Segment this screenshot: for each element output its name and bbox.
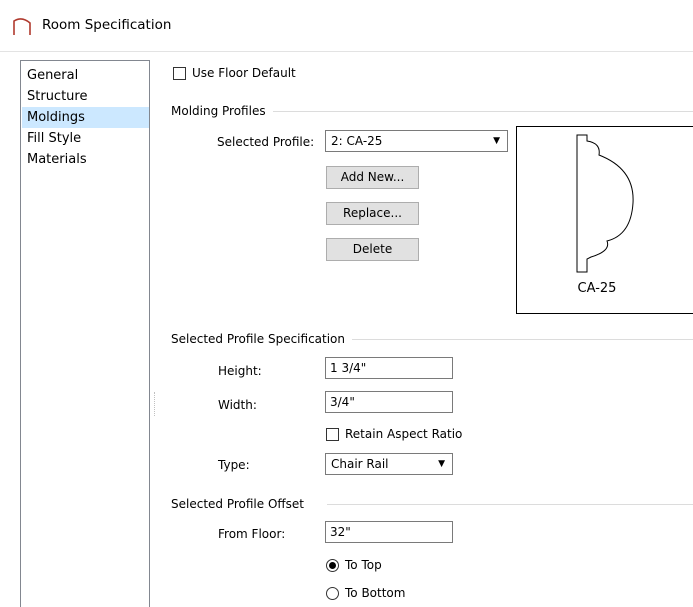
height-input[interactable]: 1 3/4" — [325, 357, 453, 379]
to-top-label: To Top — [345, 558, 382, 572]
selected-profile-label: Selected Profile: — [217, 135, 315, 149]
splitter-grip[interactable] — [154, 392, 157, 416]
to-bottom-label: To Bottom — [345, 586, 406, 600]
replace-button[interactable]: Replace... — [326, 202, 419, 225]
retain-aspect-ratio-label: Retain Aspect Ratio — [345, 427, 463, 441]
type-value: Chair Rail — [331, 457, 389, 471]
category-list[interactable]: General Structure Moldings Fill Style Ma… — [20, 60, 150, 607]
group-divider — [327, 504, 693, 505]
group-divider — [352, 339, 693, 340]
from-floor-input[interactable]: 32" — [325, 521, 453, 543]
profile-offset-group-label: Selected Profile Offset — [171, 497, 305, 511]
delete-button[interactable]: Delete — [326, 238, 419, 261]
type-dropdown[interactable]: Chair Rail ▼ — [325, 453, 453, 475]
selected-profile-value: 2: CA-25 — [331, 134, 383, 148]
from-floor-label: From Floor: — [218, 527, 286, 541]
to-bottom-radio[interactable] — [326, 587, 339, 600]
use-floor-default-label: Use Floor Default — [192, 66, 296, 80]
chevron-down-icon: ▼ — [438, 459, 445, 469]
sidebar-item-general[interactable]: General — [22, 65, 149, 86]
type-label: Type: — [218, 458, 250, 472]
height-label: Height: — [218, 364, 262, 378]
selected-profile-dropdown[interactable]: 2: CA-25 ▼ — [325, 130, 508, 152]
add-new-button[interactable]: Add New... — [326, 166, 419, 189]
room-icon — [13, 18, 31, 35]
sidebar-item-materials[interactable]: Materials — [22, 149, 149, 170]
use-floor-default-checkbox[interactable] — [173, 67, 186, 80]
window-title: Room Specification — [42, 17, 172, 33]
chevron-down-icon: ▼ — [493, 136, 500, 146]
title-bar: Room Specification — [0, 0, 693, 52]
molding-profiles-group-label: Molding Profiles — [171, 104, 266, 118]
profile-spec-group-label: Selected Profile Specification — [171, 332, 346, 346]
width-label: Width: — [218, 398, 257, 412]
sidebar-item-moldings[interactable]: Moldings — [22, 107, 149, 128]
group-divider — [273, 111, 693, 112]
preview-profile-name: CA-25 — [577, 281, 617, 296]
sidebar-item-fill-style[interactable]: Fill Style — [22, 128, 149, 149]
retain-aspect-ratio-checkbox[interactable] — [326, 428, 339, 441]
sidebar-item-structure[interactable]: Structure — [22, 86, 149, 107]
to-top-radio[interactable] — [326, 559, 339, 572]
width-input[interactable]: 3/4" — [325, 391, 453, 413]
profile-preview: CA-25 — [516, 126, 693, 314]
